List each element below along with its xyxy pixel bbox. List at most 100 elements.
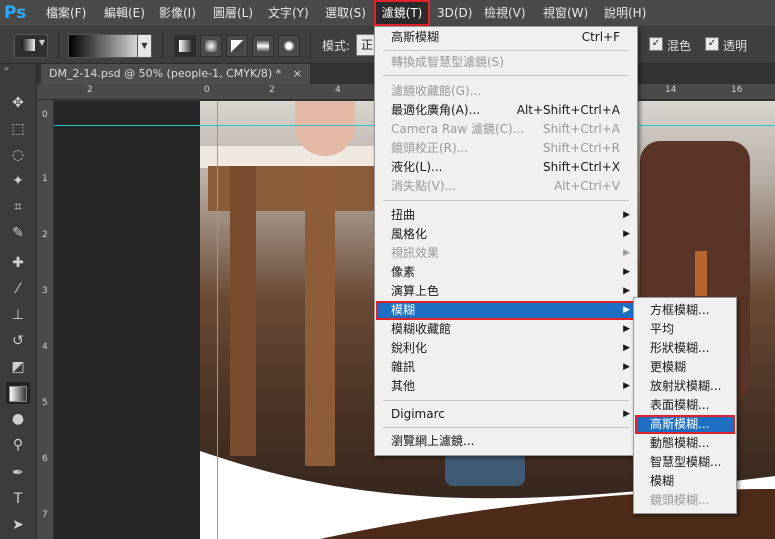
gradient-icon <box>21 39 35 51</box>
panel-collapse-icon[interactable]: » <box>4 64 32 74</box>
blur-menu-item-shape-blur[interactable]: 形狀模糊... <box>635 339 735 358</box>
clone-stamp-tool-icon[interactable]: ⊥ <box>6 304 30 326</box>
photo-backpack-strap <box>695 251 707 296</box>
menu-view[interactable]: 檢視(V) <box>484 0 526 26</box>
blur-menu-item-lens-blur[interactable]: 鏡頭模糊... <box>635 491 735 510</box>
filter-menu-dropdown: 高斯模糊 Ctrl+F 轉換成智慧型濾鏡(S) 濾鏡收藏館(G)... 最適化廣… <box>374 26 638 456</box>
brush-tool-icon[interactable]: ⁄ <box>6 278 30 300</box>
menu-edit[interactable]: 編輯(E) <box>104 0 145 26</box>
crop-tool-icon[interactable]: ⌗ <box>6 196 30 218</box>
pen-tool-icon[interactable]: ✒ <box>6 462 30 484</box>
menu-window[interactable]: 視窗(W) <box>543 0 588 26</box>
chevron-down-icon[interactable]: ▼ <box>137 35 151 57</box>
blur-menu-item-box-blur[interactable]: 方框模糊... <box>635 301 735 320</box>
close-icon[interactable]: × <box>293 67 302 80</box>
history-brush-tool-icon[interactable]: ↺ <box>6 330 30 352</box>
photoshop-logo: Ps <box>4 3 27 23</box>
eyedropper-tool-icon[interactable]: ✎ <box>6 222 30 244</box>
blur-menu-item-blur[interactable]: 模糊 <box>635 472 735 491</box>
magic-wand-tool-icon[interactable]: ✦ <box>6 170 30 192</box>
guide-line-vertical[interactable] <box>217 101 218 539</box>
blur-tool-icon[interactable]: ● <box>6 408 30 430</box>
eraser-tool-icon[interactable]: ◩ <box>6 356 30 378</box>
blur-menu-item-gaussian-blur[interactable]: 高斯模糊... <box>635 415 735 434</box>
blur-menu-item-motion-blur[interactable]: 動態模糊... <box>635 434 735 453</box>
diamond-gradient-icon <box>283 40 295 52</box>
filter-menu-item-convert-smart-filter[interactable]: 轉換成智慧型濾鏡(S) <box>376 53 636 72</box>
chevron-right-icon: ▶ <box>623 362 630 372</box>
filter-menu-item-camera-raw[interactable]: Camera Raw 濾鏡(C)... Shift+Ctrl+A <box>376 120 636 139</box>
move-tool-icon[interactable]: ✥ <box>6 92 30 114</box>
chevron-right-icon: ▶ <box>623 229 630 239</box>
dodge-tool-icon[interactable]: ⚲ <box>6 434 30 456</box>
chevron-right-icon: ▶ <box>623 305 630 315</box>
filter-menu-item-pixelate[interactable]: 像素 ▶ <box>376 263 636 282</box>
linear-gradient-icon <box>179 40 191 52</box>
blur-menu-item-blur-more[interactable]: 更模糊 <box>635 358 735 377</box>
blur-menu-item-surface-blur[interactable]: 表面模糊... <box>635 396 735 415</box>
filter-menu-item-filter-gallery[interactable]: 濾鏡收藏館(G)... <box>376 82 636 101</box>
chevron-right-icon: ▶ <box>623 324 630 334</box>
menu-type[interactable]: 文字(Y) <box>268 0 309 26</box>
filter-menu-item-digimarc[interactable]: Digimarc ▶ <box>376 405 636 424</box>
reflected-gradient-button[interactable] <box>252 35 274 57</box>
reflected-gradient-icon <box>257 40 269 52</box>
linear-gradient-button[interactable] <box>174 35 196 57</box>
healing-brush-tool-icon[interactable]: ✚ <box>6 252 30 274</box>
filter-menu-item-last-filter[interactable]: 高斯模糊 Ctrl+F <box>376 28 636 47</box>
filter-menu-item-blur-gallery[interactable]: 模糊收藏館 ▶ <box>376 320 636 339</box>
gradient-picker[interactable]: ▼ <box>68 34 152 58</box>
menu-file[interactable]: 檔案(F) <box>46 0 86 26</box>
dither-checkbox[interactable]: ✓ <box>649 37 663 51</box>
menu-layer[interactable]: 圖層(L) <box>213 0 253 26</box>
type-tool-icon[interactable]: T <box>6 488 30 510</box>
menu-image[interactable]: 影像(I) <box>159 0 196 26</box>
menu-filter[interactable]: 濾鏡(T) <box>374 0 430 26</box>
blur-menu-item-average[interactable]: 平均 <box>635 320 735 339</box>
angle-gradient-icon <box>231 40 243 52</box>
marquee-tool-icon[interactable]: ⬚ <box>6 118 30 140</box>
filter-menu-item-render[interactable]: 演算上色 ▶ <box>376 282 636 301</box>
menu-select[interactable]: 選取(S) <box>325 0 366 26</box>
transparency-checkbox[interactable]: ✓ <box>705 37 719 51</box>
filter-menu-item-vanishing-point[interactable]: 消失點(V)... Alt+Ctrl+V <box>376 177 636 196</box>
angle-gradient-button[interactable] <box>226 35 248 57</box>
blur-menu-item-smart-blur[interactable]: 智慧型模糊... <box>635 453 735 472</box>
blur-submenu: 方框模糊... 平均 形狀模糊... 更模糊 放射狀模糊... 表面模糊... … <box>633 297 737 514</box>
chevron-right-icon: ▶ <box>623 248 630 258</box>
filter-menu-item-stylize[interactable]: 風格化 ▶ <box>376 225 636 244</box>
filter-menu-item-video[interactable]: 視訊效果 ▶ <box>376 244 636 263</box>
diamond-gradient-button[interactable] <box>278 35 300 57</box>
lasso-tool-icon[interactable]: ◌ <box>6 144 30 166</box>
filter-menu-item-adaptive-wide-angle[interactable]: 最適化廣角(A)... Alt+Shift+Ctrl+A <box>376 101 636 120</box>
menu-bar: Ps 檔案(F) 編輯(E) 影像(I) 圖層(L) 文字(Y) 選取(S) 濾… <box>0 0 775 27</box>
chevron-down-icon: ▼ <box>38 38 45 47</box>
filter-menu-item-noise[interactable]: 雜訊 ▶ <box>376 358 636 377</box>
blur-menu-item-radial-blur[interactable]: 放射狀模糊... <box>635 377 735 396</box>
chevron-right-icon: ▶ <box>623 210 630 220</box>
gradient-tool-icon[interactable] <box>6 382 30 404</box>
tool-preset-picker[interactable]: ▼ <box>14 34 48 58</box>
chevron-right-icon: ▶ <box>623 409 630 419</box>
filter-menu-item-blur[interactable]: 模糊 ▶ <box>376 301 636 320</box>
filter-menu-item-other[interactable]: 其他 ▶ <box>376 377 636 396</box>
chevron-right-icon: ▶ <box>623 286 630 296</box>
radial-gradient-button[interactable] <box>200 35 222 57</box>
filter-menu-item-browse-online[interactable]: 瀏覽網上濾鏡... <box>376 432 636 451</box>
chevron-right-icon: ▶ <box>623 343 630 353</box>
chevron-right-icon: ▶ <box>623 381 630 391</box>
radial-gradient-icon <box>205 40 217 52</box>
path-selection-tool-icon[interactable]: ➤ <box>6 514 30 536</box>
menu-3d[interactable]: 3D(D) <box>437 0 472 26</box>
chevron-right-icon: ▶ <box>623 267 630 277</box>
filter-menu-item-sharpen[interactable]: 銳利化 ▶ <box>376 339 636 358</box>
vertical-ruler[interactable]: 0 1 2 3 4 5 6 7 <box>37 100 54 539</box>
mode-label: 模式: <box>322 39 351 53</box>
filter-menu-item-lens-correction[interactable]: 鏡頭校正(R)... Shift+Ctrl+R <box>376 139 636 158</box>
transparency-label: 透明 <box>723 39 748 53</box>
tools-panel: » ✥ ⬚ ◌ ✦ ⌗ ✎ ✚ ⁄ ⊥ ↺ ◩ ● ⚲ ✒ T ➤ <box>0 64 37 539</box>
document-tab[interactable]: DM_2-14.psd @ 50% (people-1, CMYK/8) * × <box>41 64 310 84</box>
filter-menu-item-liquify[interactable]: 液化(L)... Shift+Ctrl+X <box>376 158 636 177</box>
filter-menu-item-distort[interactable]: 扭曲 ▶ <box>376 206 636 225</box>
menu-help[interactable]: 說明(H) <box>604 0 646 26</box>
